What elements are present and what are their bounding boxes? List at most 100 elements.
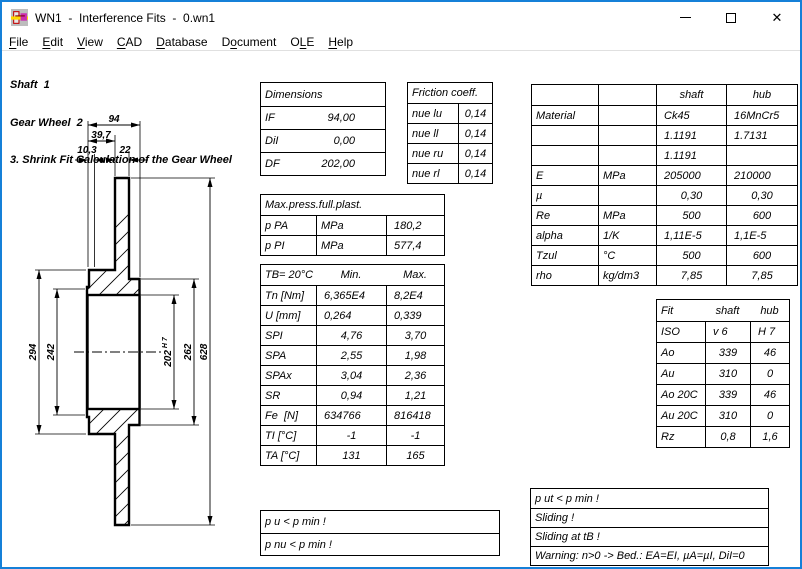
status-message: p nu < p min ! [261,534,499,555]
table-cell: Fe [N] [261,406,316,425]
table-cell: 0,14 [458,104,492,123]
table-cell: Ao 20C [657,385,705,405]
table-row: SR0,941,21 [261,385,444,405]
table-cell: Re [532,206,598,225]
dim-label-width: 94 [108,114,120,125]
table-cell: U [mm] [261,306,316,325]
menu-database[interactable]: Database [149,35,214,49]
table-cell: 0,00 [311,130,385,152]
status-row: p nu < p min ! [261,533,499,555]
table-cell: p PI [261,236,316,255]
table-cell: TI [°C] [261,426,316,445]
table-cell: nue ru [408,144,458,163]
table-row: Tn [Nm]6,365E48,2E4 [261,285,444,305]
table-cell: H 7 [750,322,789,342]
app-window: WN1 - Interference Fits - 0.wn1 ✕ File E… [0,0,802,569]
table-row: U [mm]0,2640,339 [261,305,444,325]
table-cell: 500 [656,246,726,265]
table-title-row: Max.press.full.plast. [261,195,444,215]
table-cell: Min. [316,265,386,285]
table-cell: 1,21 [386,386,444,405]
table-cell [532,85,598,105]
title-bar[interactable]: WN1 - Interference Fits - 0.wn1 ✕ [2,2,800,33]
table-row: alpha1/K1,11E-51,1E-5 [532,225,797,245]
menu-help[interactable]: Help [321,35,360,49]
table-row: IF94,00 [261,106,385,129]
minimize-button[interactable] [662,2,708,33]
dim-label: 39,7 [91,130,111,141]
table-cell: SPI [261,326,316,345]
table-cell [598,146,656,165]
table-cell: 634766 [316,406,386,425]
table-cell: SR [261,386,316,405]
table-cell: 6,365E4 [316,286,386,305]
table-cell: shaft [656,85,726,105]
table-row: µ0,300,30 [532,185,797,205]
table-cell: ISO [657,322,705,342]
table-cell: Max. [386,265,444,285]
table-row: rhokg/dm37,857,85 [532,265,797,285]
table-cell: 2,55 [316,346,386,365]
material-table: shafthub MaterialCk4516MnCr5 1.11911.713… [531,84,798,286]
table-row: nue ll0,14 [408,123,492,143]
table-cell: 1,98 [386,346,444,365]
table-row: ReMPa500600 [532,205,797,225]
table-cell: 310 [705,364,750,384]
dim-label: 262 [183,343,194,361]
fit-table: Fitshafthub ISOv 6H 7 Ao33946 Au3100 Ao … [656,299,790,448]
menu-ole[interactable]: OLE [283,35,321,49]
window-title: WN1 - Interference Fits - 0.wn1 [35,11,215,25]
menu-cad[interactable]: CAD [110,35,149,49]
table-cell: hub [750,300,789,321]
table-cell: MPa [598,206,656,225]
table-cell: DF [261,153,311,175]
status-row: p ut < p min ! [531,489,768,508]
menu-view[interactable]: View [70,35,110,49]
close-button[interactable]: ✕ [754,2,800,33]
menu-file[interactable]: File [2,35,35,49]
table-cell: 0,14 [458,124,492,143]
table-cell: 0,14 [458,144,492,163]
table-cell: 165 [386,446,444,465]
dim-label: 242 [46,343,57,361]
close-icon: ✕ [772,11,783,24]
table-row: SPI4,763,70 [261,325,444,345]
table-cell: 339 [705,385,750,405]
table-title: Dimensions [261,83,385,106]
table-cell: 0 [750,364,789,384]
status-row: p u < p min ! [261,511,499,533]
table-cell: 0,30 [726,186,797,205]
table-cell: 94,00 [311,107,385,129]
table-row: DF202,00 [261,152,385,175]
table-cell: hub [726,85,797,105]
table-cell: 0 [750,406,789,426]
table-cell: SPAx [261,366,316,385]
table-cell: DiI [261,130,311,152]
menu-edit[interactable]: Edit [35,35,70,49]
table-row: nue ru0,14 [408,143,492,163]
table-cell: 3,70 [386,326,444,345]
status-message: Warning: n>0 -> Bed.: EA=EI, µA=µI, DiI=… [531,547,768,565]
table-cell: SPA [261,346,316,365]
table-cell: 180,2 [386,216,444,235]
table-row: TA [°C]131165 [261,445,444,465]
table-row: SPA2,551,98 [261,345,444,365]
table-row: 1.11911.7131 [532,125,797,145]
table-cell: IF [261,107,311,129]
status-row: Warning: n>0 -> Bed.: EA=EI, µA=µI, DiI=… [531,546,768,565]
table-cell: E [532,166,598,185]
table-row: DiI0,00 [261,129,385,152]
dim-label-bore: 202 H 7 [162,336,174,368]
table-row: Au 20C3100 [657,405,789,426]
menu-document[interactable]: Document [215,35,284,49]
table-row: nue rl0,14 [408,163,492,183]
table-row: Tzul°C500600 [532,245,797,265]
maximize-button[interactable] [708,2,754,33]
table-cell: TA [°C] [261,446,316,465]
table-header-row: Fitshafthub [657,300,789,321]
table-cell: 210000 [726,166,797,185]
table-cell: 0,30 [656,186,726,205]
table-cell: 205000 [656,166,726,185]
table-cell: MPa [316,236,386,255]
status-message: Sliding ! [531,509,768,527]
